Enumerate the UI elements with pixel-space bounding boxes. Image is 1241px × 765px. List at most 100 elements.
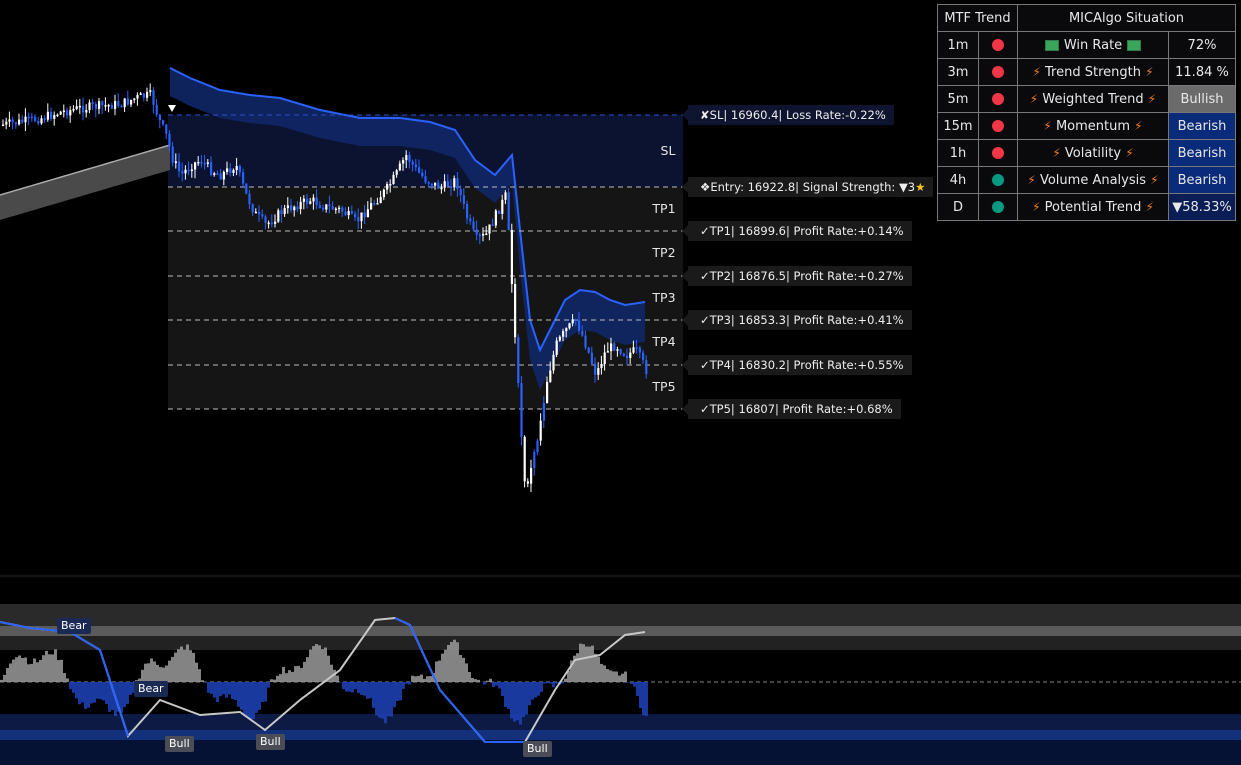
- osc-bar: [54, 649, 57, 682]
- osc-bar: [624, 671, 627, 682]
- metric-cell: ⚡ Potential Trend ⚡: [1017, 193, 1169, 221]
- candle-body: [430, 183, 433, 186]
- candle-body: [638, 347, 641, 353]
- candle-body: [242, 172, 245, 184]
- osc-bar: [27, 664, 30, 682]
- metric-cell: ⚡ Volume Analysis ⚡: [1017, 166, 1169, 194]
- candle-body: [530, 468, 533, 484]
- osc-bar: [453, 639, 456, 682]
- candle-body: [632, 347, 635, 353]
- osc-bar: [345, 682, 348, 692]
- cash-icon: $: [1044, 39, 1059, 51]
- osc-bar: [258, 682, 261, 710]
- candle-body: [91, 102, 94, 104]
- bolt-icon: ⚡: [1134, 118, 1143, 133]
- candle-body: [619, 349, 622, 354]
- osc-bar: [540, 682, 543, 692]
- candle-body: [114, 101, 117, 109]
- candle-body: [8, 119, 11, 122]
- candle-body: [549, 370, 552, 382]
- candle-body: [440, 187, 443, 190]
- candle-body: [82, 105, 85, 113]
- timeframe-cell: 15m: [937, 112, 979, 140]
- candle-body: [610, 343, 613, 352]
- tp3-label: ✓TP3| 16853.3| Profit Rate:+0.41%: [682, 310, 912, 330]
- candle-body: [517, 337, 520, 383]
- osc-bar: [78, 682, 81, 705]
- osc-bar: [6, 668, 9, 682]
- candle-body: [402, 160, 405, 164]
- candle-body: [78, 105, 81, 108]
- osc-bar: [492, 682, 495, 687]
- osc-bar: [381, 682, 384, 719]
- candle-body: [558, 336, 561, 341]
- osc-bar: [183, 649, 186, 682]
- osc-bar: [360, 682, 363, 695]
- candle-body: [405, 154, 408, 161]
- osc-bar: [525, 682, 528, 715]
- osc-bar: [216, 682, 219, 703]
- candle-body: [123, 98, 126, 108]
- osc-bar: [372, 682, 375, 708]
- osc-bar: [447, 644, 450, 682]
- osc-bar: [420, 674, 423, 682]
- candle-body: [219, 173, 222, 180]
- tp1-label: ✓TP1| 16899.6| Profit Rate:+0.14%: [682, 221, 912, 241]
- osc-bar: [615, 671, 618, 682]
- candle-body: [370, 203, 373, 210]
- osc-bar: [129, 682, 132, 695]
- candle-body: [315, 197, 318, 206]
- osc-bar: [519, 682, 522, 725]
- candle-body: [37, 120, 40, 124]
- candle-body: [357, 217, 360, 222]
- candle-body: [341, 207, 344, 212]
- osc-bar: [393, 682, 396, 708]
- osc-bar: [522, 682, 525, 718]
- osc-bar: [87, 682, 90, 708]
- candle-body: [488, 224, 491, 234]
- metric-cell: $ Win Rate $: [1017, 31, 1169, 59]
- osc-bar: [321, 649, 324, 682]
- osc-bar: [363, 682, 366, 696]
- candle-body: [216, 173, 219, 175]
- sl-label: ✘SL| 16960.4| Loss Rate:-0.22%: [682, 105, 894, 125]
- osc-bar: [30, 663, 33, 682]
- candle-body: [30, 116, 33, 119]
- metric-cell: ⚡ Volatility ⚡: [1017, 139, 1169, 167]
- zone-tag-tp5: TP5: [652, 379, 676, 394]
- candle-body: [258, 211, 261, 215]
- osc-bar: [45, 650, 48, 682]
- candle-body: [645, 360, 648, 375]
- osc-bar: [228, 682, 231, 695]
- osc-bar: [66, 678, 69, 682]
- osc-bar: [498, 682, 501, 689]
- osc-bar: [408, 682, 411, 685]
- osc-bar: [597, 656, 600, 682]
- candle-body: [146, 91, 149, 98]
- osc-bar: [645, 682, 648, 716]
- check-icon: ✓: [700, 313, 710, 327]
- candle-body: [162, 120, 165, 125]
- osc-bar: [90, 682, 93, 704]
- candle-body: [334, 208, 337, 211]
- candle-body: [581, 330, 584, 336]
- candle-body: [203, 162, 206, 165]
- candle-body: [514, 284, 517, 338]
- candle-body: [389, 184, 392, 186]
- osc-bar: [462, 657, 465, 682]
- candle-body: [408, 154, 411, 162]
- candle-body: [155, 104, 158, 115]
- candle-body: [34, 116, 37, 121]
- metric-cell: ⚡ Trend Strength ⚡: [1017, 58, 1169, 86]
- candle-body: [66, 110, 69, 116]
- osc-bar: [96, 682, 99, 699]
- zone-tag-tp2: TP2: [652, 245, 676, 260]
- osc-bar: [105, 682, 108, 704]
- candle-body: [261, 214, 264, 217]
- osc-bar: [552, 682, 555, 688]
- trend-dot-cell: [978, 193, 1018, 221]
- candle-body: [622, 353, 625, 356]
- metric-value: Bearish: [1168, 139, 1236, 167]
- table-row: 1h ⚡ Volatility ⚡ Bearish: [937, 139, 1236, 167]
- candle-body: [88, 102, 91, 110]
